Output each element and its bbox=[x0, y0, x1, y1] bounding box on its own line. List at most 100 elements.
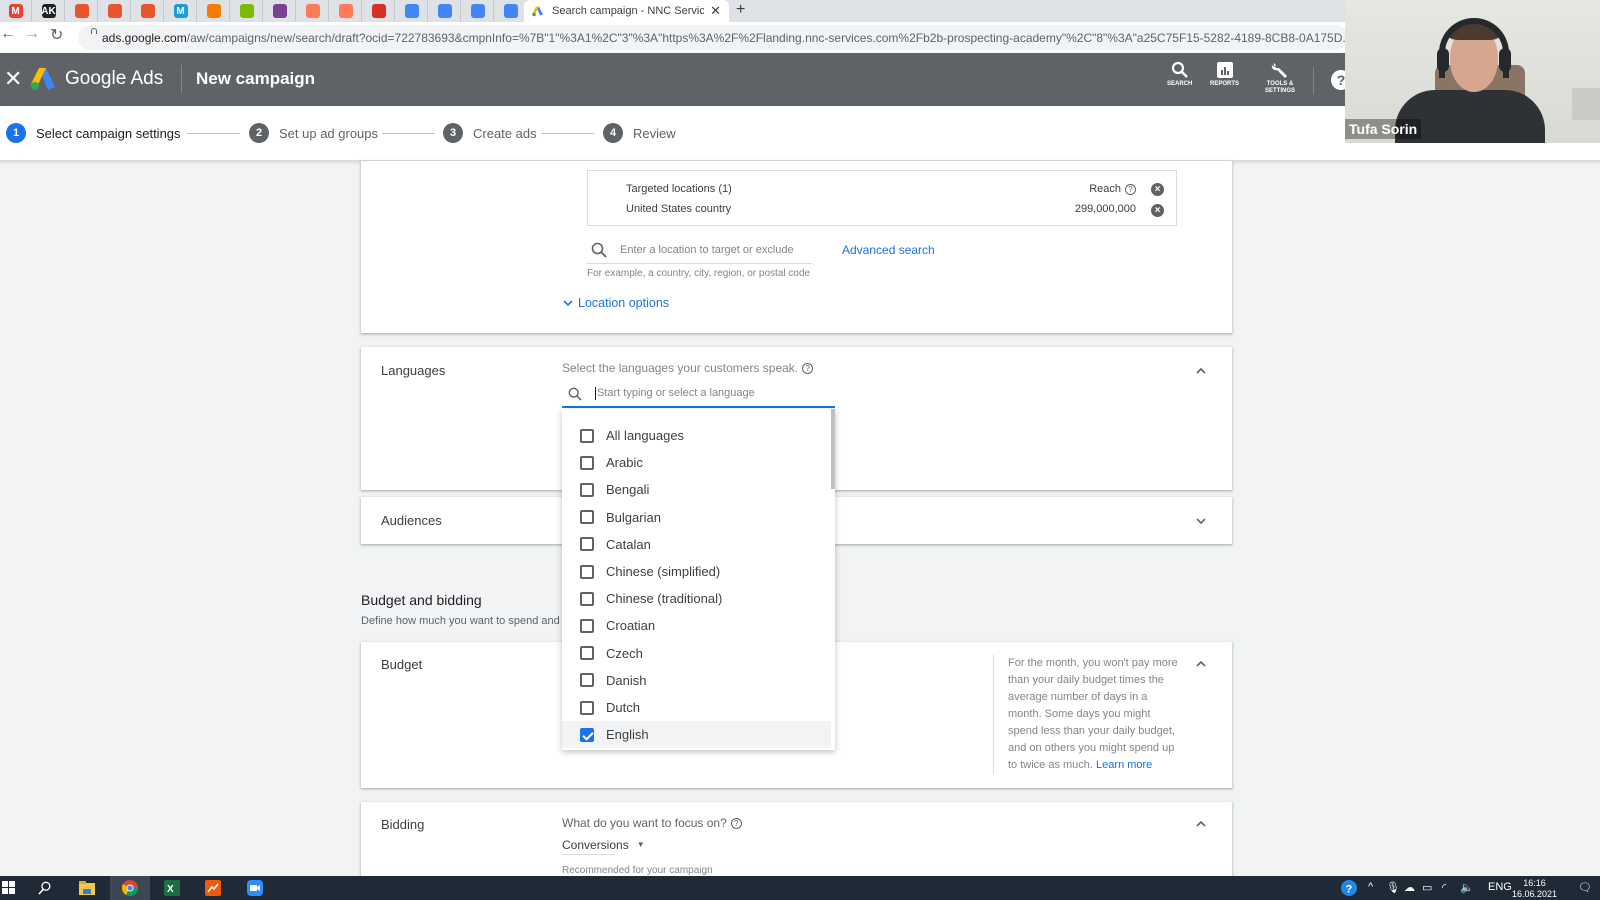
language-option-label: Chinese (traditional) bbox=[606, 591, 723, 607]
checkbox[interactable] bbox=[580, 564, 594, 579]
input-language[interactable]: ENG bbox=[1488, 881, 1512, 893]
checkbox[interactable] bbox=[580, 510, 594, 525]
step-set-up-ad-groups[interactable]: 2 Set up ad groups bbox=[249, 123, 378, 143]
language-option[interactable]: Danish bbox=[562, 667, 831, 694]
pinned-tab[interactable] bbox=[99, 0, 131, 22]
header-reports-button[interactable]: REPORTS bbox=[1210, 61, 1239, 88]
step-review[interactable]: 4 Review bbox=[603, 123, 676, 143]
remove-all-icon[interactable]: × bbox=[1151, 183, 1164, 196]
pinned-tab[interactable] bbox=[396, 0, 428, 22]
collapse-budget-button[interactable] bbox=[1193, 656, 1209, 672]
chrome-icon[interactable] bbox=[121, 879, 139, 897]
pinned-tab[interactable] bbox=[66, 0, 98, 22]
step-create-ads[interactable]: 3 Create ads bbox=[443, 123, 537, 143]
reload-icon[interactable]: ↻ bbox=[50, 25, 63, 45]
pinned-tab[interactable] bbox=[198, 0, 230, 22]
location-search-input[interactable]: Enter a location to target or exclude bbox=[587, 238, 812, 264]
pinned-tab[interactable] bbox=[363, 0, 395, 22]
battery-icon[interactable]: ▭ bbox=[1422, 881, 1432, 894]
language-option[interactable]: English bbox=[562, 721, 831, 749]
back-icon[interactable]: ← bbox=[0, 25, 16, 43]
app-icon bbox=[371, 4, 386, 18]
google-ads-logo-icon bbox=[31, 68, 55, 90]
learn-more-link[interactable]: Learn more bbox=[1096, 759, 1152, 771]
location-options-toggle[interactable]: Location options bbox=[562, 296, 669, 310]
search-icon[interactable] bbox=[36, 879, 54, 897]
windows-start-icon[interactable] bbox=[0, 879, 18, 897]
browser-tab-active[interactable]: Search campaign - NNC Services ✕ bbox=[524, 0, 729, 22]
app-icon[interactable] bbox=[204, 879, 222, 897]
clock-time: 16:16 bbox=[1523, 878, 1546, 888]
pinned-tab[interactable] bbox=[132, 0, 164, 22]
pinned-tab[interactable]: AK bbox=[33, 0, 65, 22]
language-option[interactable]: Bulgarian bbox=[562, 504, 831, 531]
language-option[interactable]: Croatian bbox=[562, 612, 831, 639]
file-explorer-icon[interactable] bbox=[78, 879, 96, 897]
help-tray-icon[interactable]: ? bbox=[1340, 879, 1358, 897]
notifications-icon[interactable]: 🗨 bbox=[1578, 881, 1592, 894]
volume-icon[interactable]: 🔈 bbox=[1460, 881, 1474, 894]
forward-icon[interactable]: → bbox=[24, 25, 40, 43]
step-number: 2 bbox=[249, 123, 269, 143]
address-bar[interactable]: ads.google.com /aw/campaigns/new/search/… bbox=[78, 25, 1348, 50]
remove-location-icon[interactable]: × bbox=[1151, 204, 1164, 217]
app-icon bbox=[272, 4, 287, 18]
new-tab-button[interactable]: + bbox=[736, 0, 745, 22]
pinned-tab[interactable] bbox=[462, 0, 494, 22]
checkbox[interactable] bbox=[580, 700, 594, 715]
language-option[interactable]: Arabic bbox=[562, 449, 831, 476]
url-domain: ads.google.com bbox=[102, 30, 187, 45]
pinned-tab[interactable]: M bbox=[0, 0, 32, 22]
expand-audiences-button[interactable] bbox=[1193, 513, 1209, 529]
pinned-tab[interactable] bbox=[330, 0, 362, 22]
header-tools-settings-button[interactable]: TOOLS & SETTINGS bbox=[1260, 61, 1300, 95]
close-tab-icon[interactable]: ✕ bbox=[710, 3, 721, 19]
excel-icon[interactable]: X bbox=[163, 879, 181, 897]
wifi-icon[interactable]: ◜ bbox=[1442, 881, 1446, 894]
zoom-icon[interactable] bbox=[246, 879, 264, 897]
onedrive-icon[interactable]: ☁ bbox=[1404, 881, 1415, 894]
system-clock[interactable]: 16:16 16.06.2021 bbox=[1512, 878, 1557, 900]
checkbox[interactable] bbox=[580, 591, 594, 606]
step-select-campaign-settings[interactable]: 1 Select campaign settings bbox=[6, 123, 181, 143]
language-option[interactable]: Catalan bbox=[562, 531, 831, 558]
microphone-icon[interactable]: 🎙 bbox=[1386, 881, 1400, 894]
close-campaign-icon[interactable]: ✕ bbox=[4, 66, 22, 92]
chevron-up-icon bbox=[1196, 820, 1206, 827]
language-option[interactable]: Bengali bbox=[562, 476, 831, 503]
collapse-bidding-button[interactable] bbox=[1193, 816, 1209, 832]
header-search-button[interactable]: SEARCH bbox=[1167, 61, 1192, 88]
bidding-focus-dropdown[interactable]: Conversions ▼ bbox=[562, 835, 645, 855]
language-option[interactable]: Chinese (simplified) bbox=[562, 558, 831, 585]
checkbox[interactable] bbox=[580, 537, 594, 552]
help-icon[interactable]: ? bbox=[802, 363, 814, 375]
checkbox-checked[interactable] bbox=[580, 727, 594, 742]
budget-tip-text: For the month, you won't pay more than y… bbox=[1008, 657, 1178, 771]
language-option[interactable]: All languages bbox=[562, 422, 831, 449]
pinned-tab[interactable] bbox=[231, 0, 263, 22]
location-hint: For example, a country, city, region, or… bbox=[587, 268, 811, 279]
chevron-up-icon[interactable]: ^ bbox=[1368, 881, 1373, 893]
language-option-label: Czech bbox=[606, 645, 643, 661]
collapse-languages-button[interactable] bbox=[1193, 363, 1209, 379]
dropdown-scrollbar[interactable] bbox=[831, 409, 835, 489]
help-icon[interactable]: ? bbox=[730, 818, 742, 830]
language-option[interactable]: Chinese (traditional) bbox=[562, 585, 831, 612]
checkbox[interactable] bbox=[580, 428, 594, 443]
help-icon[interactable]: ? bbox=[1125, 183, 1136, 195]
pinned-tab[interactable] bbox=[495, 0, 527, 22]
advanced-search-link[interactable]: Advanced search bbox=[842, 243, 935, 257]
pinned-tab[interactable] bbox=[429, 0, 461, 22]
pinned-tab[interactable]: M bbox=[165, 0, 197, 22]
language-option[interactable]: Dutch bbox=[562, 694, 831, 721]
checkbox[interactable] bbox=[580, 673, 594, 688]
language-search-input[interactable]: Start typing or select a language bbox=[562, 380, 835, 408]
pinned-tab[interactable] bbox=[297, 0, 329, 22]
pinned-tab[interactable] bbox=[264, 0, 296, 22]
checkbox[interactable] bbox=[580, 455, 594, 470]
checkbox[interactable] bbox=[580, 618, 594, 633]
hubspot-icon bbox=[305, 4, 320, 18]
language-option[interactable]: Czech bbox=[562, 640, 831, 667]
checkbox[interactable] bbox=[580, 646, 594, 661]
checkbox[interactable] bbox=[580, 482, 594, 497]
